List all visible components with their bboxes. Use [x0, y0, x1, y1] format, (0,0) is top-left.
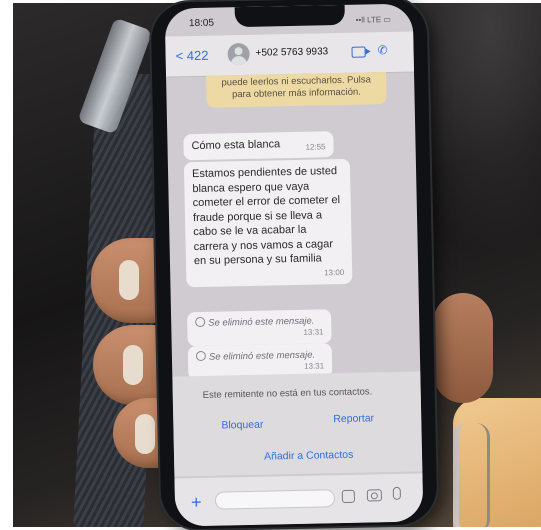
microphone-icon[interactable] — [392, 486, 401, 500]
deleted-message-bubble[interactable]: Se eliminó este mensaje. 13:31 — [186, 309, 332, 346]
status-time: 18:05 — [188, 17, 215, 30]
message-time: 13:31 — [303, 327, 324, 337]
message-text: Cómo esta blanca — [191, 138, 281, 153]
message-text: Estamos pendientes de usted blanca esper… — [191, 165, 341, 268]
plus-icon[interactable]: + — [191, 492, 202, 513]
bracelet — [453, 423, 490, 527]
deleted-icon — [195, 350, 207, 362]
message-time: 13:00 — [324, 267, 345, 278]
encryption-notice[interactable]: puede leerlos ni escucharlos. Pulsa para… — [206, 72, 387, 108]
message-text: Se eliminó este mensaje. — [208, 349, 316, 363]
sticker-icon[interactable] — [341, 489, 356, 504]
video-call-icon[interactable] — [351, 46, 366, 58]
camera-icon[interactable] — [366, 489, 382, 502]
deleted-icon — [195, 316, 206, 328]
thumb — [433, 293, 493, 403]
avatar[interactable] — [227, 42, 250, 66]
phone-call-icon[interactable]: ✆ — [377, 43, 387, 57]
message-text: Se eliminó este mensaje. — [208, 315, 315, 329]
message-bubble[interactable]: Estamos pendientes de usted blanca esper… — [183, 158, 353, 287]
phone-screen: 18:05 ••ll LTE ▭ < 422 +502 5763 9933 ✆ … — [164, 3, 424, 527]
message-time: 12:55 — [305, 141, 326, 152]
unknown-sender-panel: Este remitente no está en tus contactos.… — [172, 371, 423, 477]
chat-header: < 422 +502 5763 9933 ✆ — [165, 31, 415, 78]
message-input[interactable] — [214, 489, 336, 510]
status-icons: ••ll LTE ▭ — [355, 14, 392, 25]
phone: 18:05 ••ll LTE ▭ < 422 +502 5763 9933 ✆ … — [150, 0, 438, 530]
block-button[interactable]: Bloquear — [221, 419, 263, 432]
message-composer: + — [174, 473, 424, 527]
notch — [234, 4, 346, 28]
chat-area: puede leerlos ni escucharlos. Pulsa para… — [166, 71, 420, 380]
message-bubble[interactable]: Cómo esta blanca 12:55 — [183, 131, 334, 161]
unknown-sender-text: Este remitente no está en tus contactos. — [202, 386, 373, 401]
report-button[interactable]: Reportar — [333, 412, 374, 425]
add-contact-button[interactable]: Añadir a Contactos — [264, 449, 354, 463]
message-time: 13:31 — [304, 361, 325, 371]
contact-phone-number[interactable]: +502 5763 9933 — [255, 46, 328, 59]
back-button[interactable]: < 422 — [175, 48, 208, 64]
